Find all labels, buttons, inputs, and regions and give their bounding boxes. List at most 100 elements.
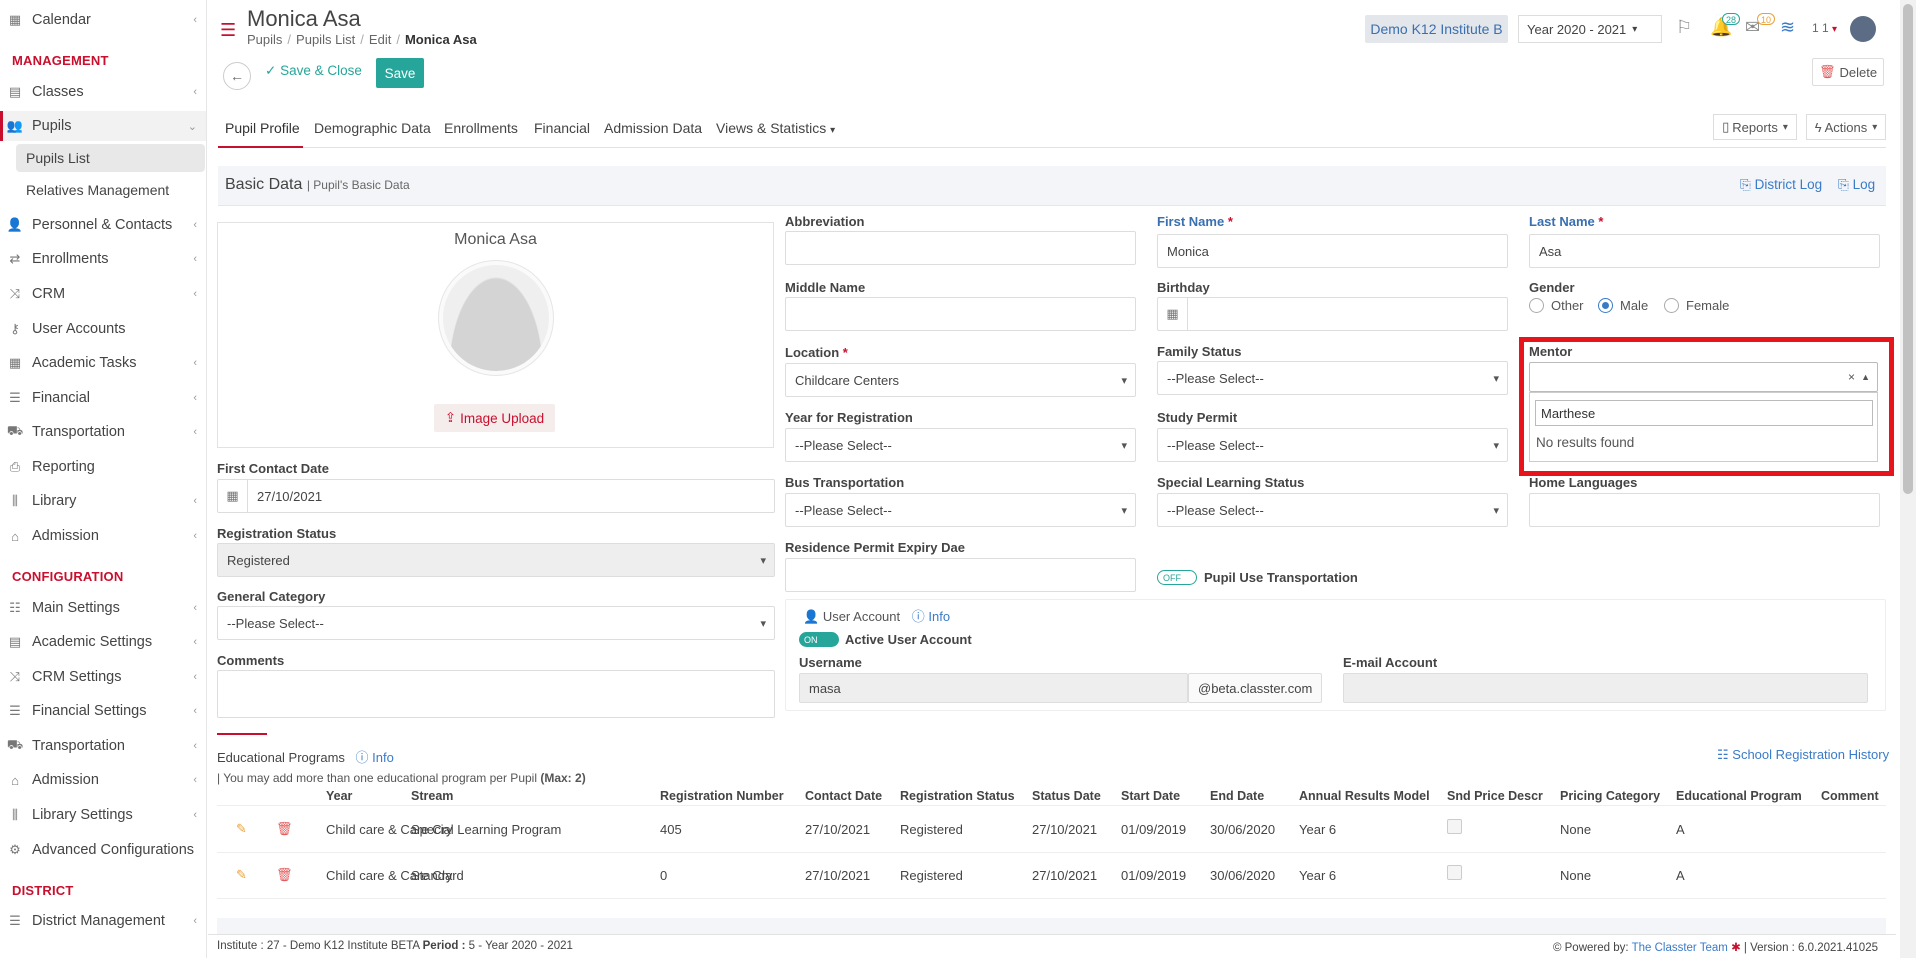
layers-icon[interactable]: ≋ — [1780, 17, 1795, 38]
bus-transportation-select[interactable]: --Please Select-- — [785, 493, 1136, 527]
trash-icon: 🗑 — [1818, 64, 1836, 79]
sidebar-item-reporting[interactable]: ⎙ Reporting — [0, 452, 206, 482]
user-menu[interactable]: 1 1 ▾ — [1812, 21, 1837, 35]
sidebar-item-library-settings[interactable]: ⫼ Library Settings ‹ — [0, 800, 206, 830]
sidebar-item-pupils[interactable]: 👥 Pupils ⌄ — [0, 111, 206, 141]
last-name-input[interactable]: Asa — [1529, 234, 1880, 268]
sidebar-item-transportation[interactable]: ⛟ Transportation ‹ — [0, 417, 206, 447]
abbreviation-input[interactable] — [785, 231, 1136, 265]
first-name-input[interactable]: Monica — [1157, 234, 1508, 268]
breadcrumb: Pupils / Pupils List / Edit / Monica Asa — [247, 32, 477, 47]
mentor-select[interactable]: × ▲ — [1529, 362, 1878, 392]
col-reg-number: Registration Number — [660, 789, 784, 803]
district-log-link[interactable]: ⎘ District Log — [1740, 177, 1822, 193]
study-permit-select[interactable]: --Please Select-- — [1157, 428, 1508, 462]
hamburger-icon[interactable]: ☰ — [220, 20, 236, 41]
username-input[interactable]: masa — [799, 673, 1188, 703]
save-close-button[interactable]: ✓ Save & Close — [265, 63, 362, 79]
sidebar-item-user-accounts[interactable]: ⚷ User Accounts — [0, 314, 206, 344]
special-learning-select[interactable]: --Please Select-- — [1157, 493, 1508, 527]
residence-permit-input[interactable] — [785, 558, 1136, 592]
breadcrumb-pupils[interactable]: Pupils — [247, 32, 282, 47]
institute-button[interactable]: Demo K12 Institute B — [1365, 15, 1508, 43]
log-link[interactable]: ⎘ Log — [1838, 177, 1875, 193]
location-select[interactable]: Childcare Centers — [785, 363, 1136, 397]
sidebar-item-district-management[interactable]: ☰ District Management ‹ — [0, 906, 206, 936]
col-comment: Comment — [1821, 789, 1879, 803]
edit-icon[interactable]: ✎ — [236, 867, 247, 883]
registration-history-link[interactable]: ☷ School Registration History — [1717, 747, 1889, 763]
tab-pupil-profile[interactable]: Pupil Profile — [225, 120, 300, 136]
tab-admission-data[interactable]: Admission Data — [604, 120, 702, 136]
sidebar-item-crm[interactable]: ⤨ CRM ‹ — [0, 279, 206, 309]
sidebar-item-academic-settings[interactable]: ▤ Academic Settings ‹ — [0, 627, 206, 657]
sidebar-item-transportation-settings[interactable]: ⛟ Transportation ‹ — [0, 731, 206, 761]
sidebar-item-main-settings[interactable]: ☷ Main Settings ‹ — [0, 593, 206, 623]
actions-button[interactable]: ϟ Actions ▾ — [1806, 114, 1886, 140]
year-select[interactable]: Year 2020 - 2021 ▾ — [1518, 15, 1662, 43]
chevron-left-icon: ‹ — [193, 740, 197, 752]
classter-team-link[interactable]: The Classter Team — [1632, 942, 1728, 954]
library-icon: ⫼ — [12, 493, 18, 508]
tab-financial[interactable]: Financial — [534, 120, 590, 136]
avatar[interactable] — [1850, 16, 1876, 42]
sidebar-item-calendar[interactable]: ▦ Calendar ‹ — [0, 5, 206, 35]
cell-stream: Standard — [411, 868, 464, 883]
price-descr-checkbox[interactable] — [1447, 819, 1462, 834]
sidebar-item-personnel[interactable]: 👤 Personnel & Contacts ‹ — [0, 210, 206, 240]
image-upload-button[interactable]: ⇪ Image Upload — [434, 404, 555, 432]
sidebar-subitem-relatives[interactable]: Relatives Management — [16, 176, 205, 204]
year-registration-select[interactable]: --Please Select-- — [785, 428, 1136, 462]
tab-demographic-data[interactable]: Demographic Data — [314, 120, 431, 136]
section-header: Basic Data | Pupil's Basic Data ⎘ Distri… — [218, 166, 1886, 206]
price-descr-checkbox[interactable] — [1447, 865, 1462, 880]
general-category-select[interactable]: --Please Select-- — [217, 606, 775, 640]
active-user-toggle[interactable]: ON — [799, 632, 839, 647]
sidebar-subitem-pupils-list[interactable]: Pupils List — [16, 144, 205, 172]
sidebar-item-classes[interactable]: ▤ Classes ‹ — [0, 77, 206, 107]
tab-views-statistics[interactable]: Views & Statistics ▾ — [716, 120, 835, 136]
programs-info-link[interactable]: ⓘ Info — [356, 750, 394, 765]
edit-icon[interactable]: ✎ — [236, 821, 247, 837]
sidebar-item-admission[interactable]: ⌂ Admission ‹ — [0, 521, 206, 551]
clear-icon[interactable]: × — [1848, 370, 1855, 384]
gender-male-radio[interactable]: Male — [1598, 298, 1648, 313]
pupil-transport-toggle[interactable]: OFF — [1157, 570, 1197, 585]
flag-icon[interactable]: ⚐ — [1676, 17, 1692, 38]
col-stream: Stream — [411, 789, 454, 803]
trash-icon[interactable]: 🗑 — [276, 867, 293, 883]
back-button[interactable]: ← — [223, 62, 251, 90]
first-contact-field[interactable]: ▦ 27/10/2021 — [217, 479, 775, 513]
sidebar-item-crm-settings[interactable]: ⤨ CRM Settings ‹ — [0, 662, 206, 692]
chevron-left-icon: ‹ — [193, 426, 197, 438]
email-input[interactable] — [1343, 673, 1868, 703]
sidebar-item-library[interactable]: ⫼ Library ‹ — [0, 486, 206, 516]
delete-button[interactable]: 🗑 Delete — [1812, 58, 1884, 86]
trash-icon[interactable]: 🗑 — [276, 821, 293, 837]
reports-button[interactable]: ▯ Reports ▾ — [1713, 114, 1797, 140]
sidebar-item-financial-settings[interactable]: ☰ Financial Settings ‹ — [0, 696, 206, 726]
gender-other-radio[interactable]: Other — [1529, 298, 1584, 313]
scrollbar-thumb[interactable] — [1903, 4, 1913, 494]
sidebar-item-advanced-config[interactable]: ⚙ Advanced Configurations — [0, 835, 206, 865]
info-link[interactable]: ⓘ Info — [912, 609, 950, 624]
breadcrumb-pupils-list[interactable]: Pupils List — [296, 32, 355, 47]
breadcrumb-edit[interactable]: Edit — [369, 32, 391, 47]
comments-input[interactable] — [217, 670, 775, 718]
mentor-search-input[interactable]: Marthese — [1535, 400, 1873, 426]
gender-female-radio[interactable]: Female — [1664, 298, 1729, 313]
sidebar-item-admission-settings[interactable]: ⌂ Admission ‹ — [0, 765, 206, 795]
reg-status-select[interactable]: Registered — [217, 543, 775, 577]
bus-icon: ⛟ — [6, 737, 24, 752]
save-button[interactable]: Save — [376, 58, 424, 88]
family-status-select[interactable]: --Please Select-- — [1157, 361, 1508, 395]
birthday-field[interactable]: ▦ — [1157, 297, 1508, 331]
sidebar-item-enrollments[interactable]: ⇄ Enrollments ‹ — [0, 244, 206, 274]
sidebar-item-financial[interactable]: ☰ Financial ‹ — [0, 383, 206, 413]
chevron-left-icon: ‹ — [193, 915, 197, 927]
tab-enrollments[interactable]: Enrollments — [444, 120, 518, 136]
sidebar-item-academic-tasks[interactable]: ▦ Academic Tasks ‹ — [0, 348, 206, 378]
middle-name-input[interactable] — [785, 297, 1136, 331]
home-languages-input[interactable] — [1529, 493, 1880, 527]
mail-badge: 10 — [1757, 13, 1776, 25]
